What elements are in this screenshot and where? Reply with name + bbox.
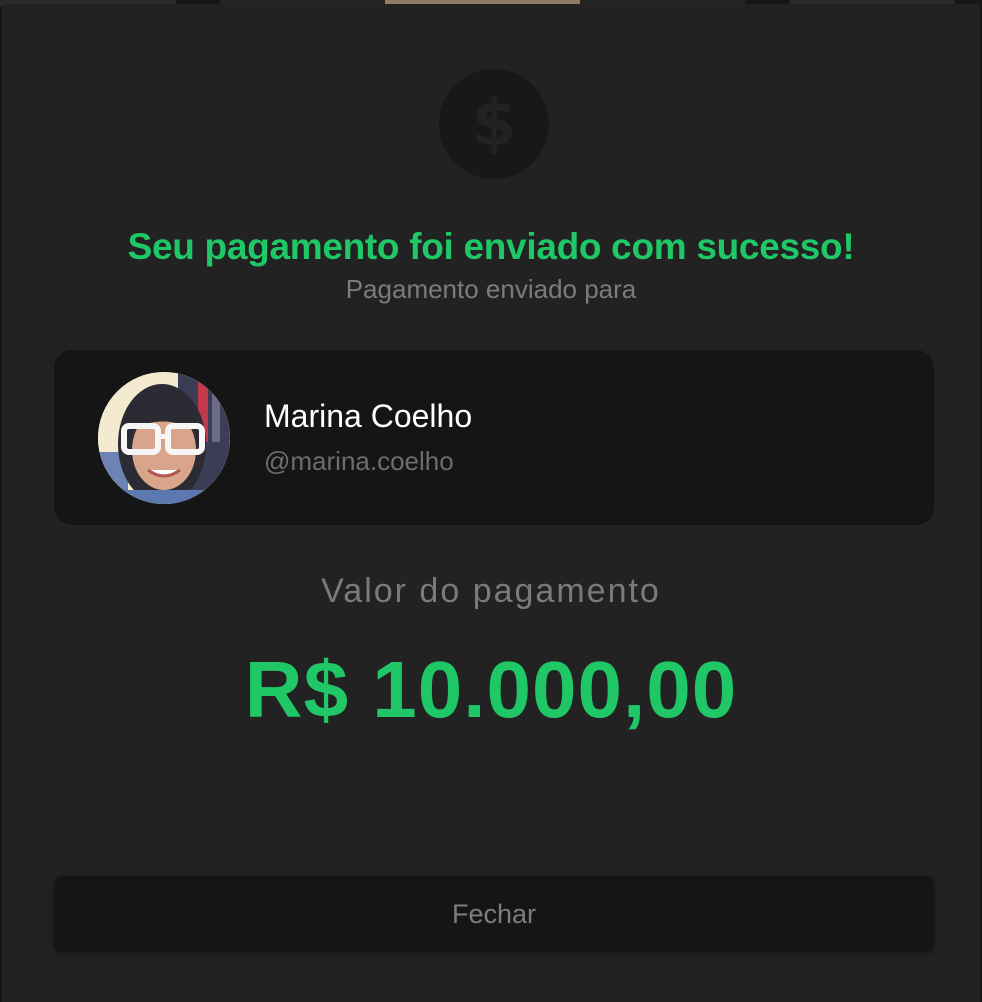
- success-subtitle: Pagamento enviado para: [345, 274, 637, 304]
- dollar-icon: $: [439, 69, 549, 179]
- success-title: Seu pagamento foi enviado com sucesso!: [127, 226, 855, 267]
- recipient-handle: @marina.coelho: [264, 446, 454, 476]
- recipient-card: Marina Coelho @marina.coelho: [54, 350, 934, 525]
- amount-label: Valor do pagamento: [321, 572, 661, 610]
- recipient-name: Marina Coelho: [264, 398, 473, 434]
- payment-success-modal: $ Seu pagamento foi enviado com sucesso!…: [2, 4, 980, 1002]
- close-button[interactable]: Fechar: [54, 876, 934, 952]
- avatar-photo: [98, 372, 230, 504]
- dollar-glyph: $: [471, 87, 517, 161]
- avatar: [98, 372, 230, 504]
- amount-value: R$ 10.000,00: [244, 645, 738, 734]
